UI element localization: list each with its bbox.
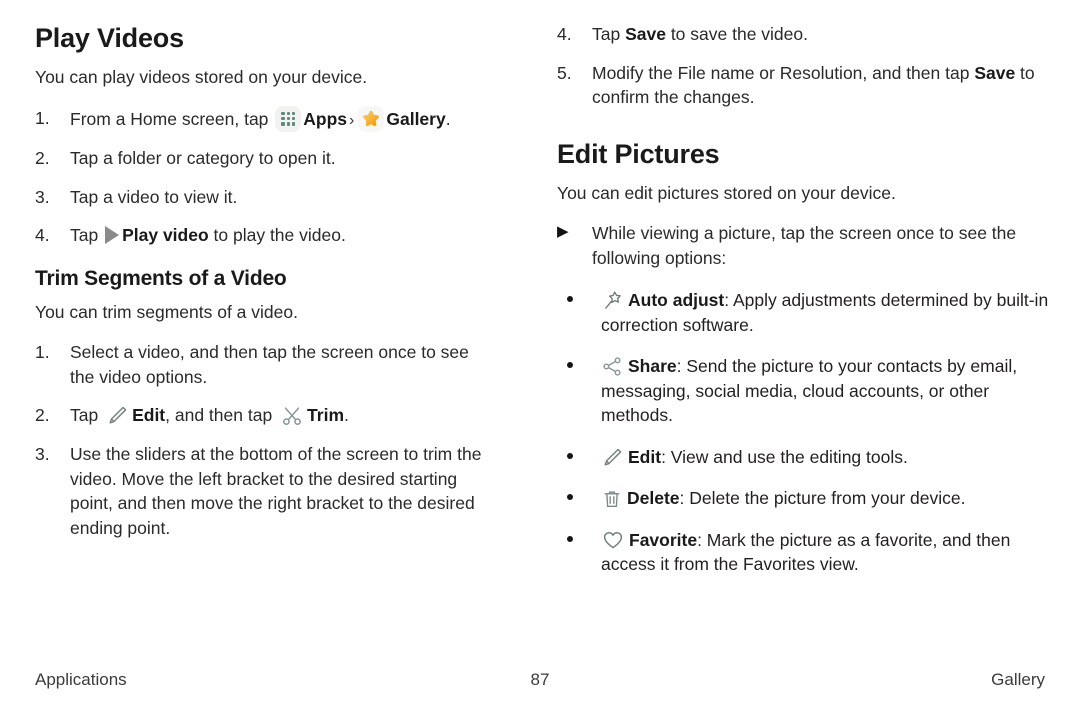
step-number: 2.: [35, 405, 50, 425]
list-item: Auto adjust: Apply adjustments determine…: [557, 288, 1050, 337]
right-column: 4. Tap Save to save the video. 5. Modify…: [540, 0, 1080, 645]
picture-options-list: Auto adjust: Apply adjustments determine…: [557, 288, 1050, 577]
list-item: 3. Tap a video to view it.: [35, 185, 498, 210]
step-text-pre: Tap: [70, 225, 104, 246]
bullet-dot-icon: [567, 535, 573, 542]
triangle-bullet-icon: ▶: [557, 223, 569, 241]
step-text: Tap a video to view it.: [70, 186, 238, 207]
delete-desc: : Delete the picture from your device.: [679, 488, 966, 509]
play-video-label: Play video: [122, 225, 209, 246]
step-number: 3.: [35, 186, 50, 207]
pencil-edit-icon: [106, 404, 129, 427]
trash-delete-icon: [601, 488, 623, 510]
edit-desc: : View and use the editing tools.: [661, 446, 908, 467]
step-number: 2.: [35, 148, 50, 169]
subsection-title: Trim Segments of a Video: [35, 266, 287, 290]
list-item: 1. From a Home screen, tap Apps › Galler…: [35, 105, 498, 132]
step-text: Tap Edit, and then tap Trim.: [70, 405, 349, 425]
step-text-post: to save the video.: [665, 24, 808, 44]
list-item: 3. Use the sliders at the bottom of the …: [35, 442, 498, 540]
list-item: 5. Modify the File name or Resolution, a…: [557, 61, 1050, 110]
page-footer: Applications 87 Gallery: [0, 668, 1080, 692]
list-item: Favorite: Mark the picture as a favorite…: [557, 528, 1050, 577]
heart-favorite-icon: [601, 528, 625, 552]
step-text-post: .: [344, 405, 349, 425]
step-text: Tap a folder or category to open it.: [70, 148, 336, 169]
lead-bullet-text: While viewing a picture, tap the screen …: [592, 223, 1017, 268]
two-column-body: Play Videos You can play videos stored o…: [0, 0, 1080, 645]
list-item: 4. Tap Save to save the video.: [557, 22, 1050, 47]
step-number: 1.: [35, 342, 50, 362]
step-number: 4.: [557, 24, 572, 44]
delete-label: Delete: [627, 488, 680, 509]
gallery-label: Gallery: [386, 108, 446, 129]
list-item: 4. Tap Play video to play the video.: [35, 223, 498, 248]
bullet-dot-icon: [567, 362, 573, 369]
list-item: 2. Tap a folder or category to open it.: [35, 146, 498, 171]
step-text-post: to play the video.: [208, 225, 346, 246]
step-number: 3.: [35, 444, 50, 464]
auto-adjust-label: Auto adjust: [628, 290, 725, 311]
step-number: 4.: [35, 225, 50, 246]
share-nodes-icon: [601, 355, 624, 378]
step-text-pre: Modify the File name or Resolution, and …: [592, 62, 975, 83]
magic-wand-auto-adjust-icon: [601, 289, 624, 312]
edit-pictures-title: Edit Pictures: [557, 138, 720, 169]
step-text: Tap Save to save the video.: [592, 24, 808, 44]
edit-label: Edit: [132, 405, 166, 425]
trim-intro: You can trim segments of a video.: [35, 301, 298, 322]
bullet-dot-icon: [567, 296, 573, 303]
step-text-post: .: [445, 108, 451, 129]
page-title: Play Videos: [35, 23, 184, 53]
chevron-right-icon: ›: [349, 111, 355, 129]
step-text-pre: From a Home screen, tap: [70, 108, 274, 129]
footer-chapter-label: Gallery: [991, 670, 1046, 689]
pencil-edit-icon: [601, 446, 624, 469]
scissors-trim-icon: [280, 404, 304, 428]
bullet-dot-icon: [567, 452, 573, 459]
trim-steps: 1. Select a video, and then tap the scre…: [35, 340, 498, 540]
step-text-mid: , and then tap: [165, 405, 278, 425]
page-number: 87: [530, 670, 550, 689]
save-label: Save: [974, 62, 1016, 83]
step-text: From a Home screen, tap Apps › Gallery.: [70, 105, 451, 132]
apps-grid-icon: [275, 105, 302, 132]
list-item: ▶ While viewing a picture, tap the scree…: [557, 221, 1050, 270]
list-item: 2. Tap Edit, and then tap Trim.: [35, 403, 498, 428]
apps-label: Apps: [303, 108, 348, 129]
step-text-pre: Tap: [592, 24, 626, 44]
list-item: Delete: Delete the picture from your dev…: [557, 486, 1050, 511]
document-page: Play Videos You can play videos stored o…: [0, 0, 1080, 720]
list-item: 1. Select a video, and then tap the scre…: [35, 340, 498, 389]
step-text-pre: Tap: [70, 405, 104, 425]
footer-section-label: Applications: [35, 670, 127, 689]
trim-label: Trim: [307, 405, 345, 425]
favorite-label: Favorite: [629, 529, 698, 550]
play-triangle-icon: [105, 226, 120, 245]
save-label: Save: [625, 24, 666, 44]
bullet-dot-icon: [567, 494, 573, 501]
step-text: Select a video, and then tap the screen …: [70, 342, 469, 387]
edit-label: Edit: [628, 446, 662, 467]
step-number: 5.: [557, 62, 572, 83]
list-item: Edit: View and use the editing tools.: [557, 445, 1050, 470]
left-column: Play Videos You can play videos stored o…: [0, 0, 540, 645]
play-videos-intro: You can play videos stored on your devic…: [35, 67, 368, 88]
play-videos-steps: 1. From a Home screen, tap Apps › Galler…: [35, 105, 498, 248]
list-item: Share: Send the picture to your contacts…: [557, 354, 1050, 428]
step-number: 1.: [35, 107, 50, 128]
step-text: Use the sliders at the bottom of the scr…: [70, 444, 482, 538]
continued-steps: 4. Tap Save to save the video. 5. Modify…: [557, 22, 1050, 110]
step-text: Tap Play video to play the video.: [70, 225, 346, 245]
share-label: Share: [628, 356, 677, 377]
edit-pictures-intro: You can edit pictures stored on your dev…: [557, 182, 896, 203]
edit-pictures-lead: ▶ While viewing a picture, tap the scree…: [557, 221, 1050, 270]
gallery-star-icon: [358, 105, 385, 132]
step-text: Modify the File name or Resolution, and …: [592, 63, 1035, 108]
